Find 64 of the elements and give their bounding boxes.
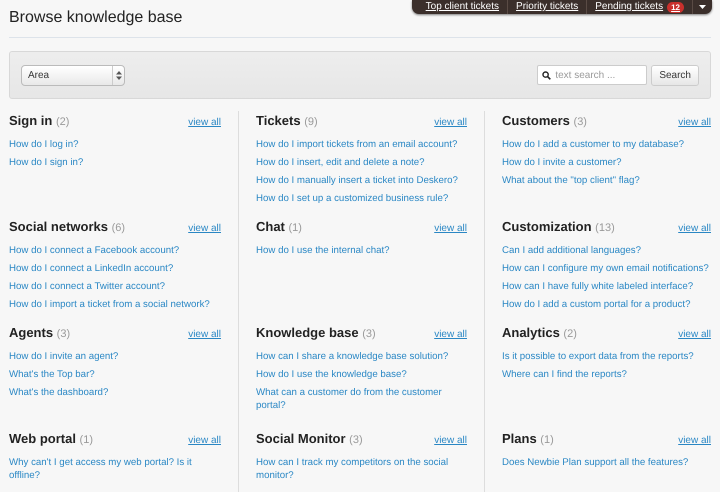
view-all-link[interactable]: view all — [188, 327, 221, 342]
article-link[interactable]: How do I connect a LinkedIn account? — [9, 262, 221, 274]
section-title: Social networks (6) — [9, 218, 126, 236]
view-all-link[interactable]: view all — [678, 115, 711, 130]
article-link[interactable]: How can I share a knowledge base solution? — [256, 350, 467, 362]
select-arrows-icon — [116, 70, 122, 80]
top-bar-link[interactable]: Top client tickets — [418, 0, 508, 14]
view-all-link[interactable]: view all — [434, 221, 467, 236]
caret-icon[interactable] — [699, 5, 706, 9]
view-all-link[interactable]: view all — [678, 433, 711, 448]
article-link[interactable]: How do I connect a Twitter account? — [9, 280, 221, 292]
view-all-link[interactable]: view all — [188, 433, 221, 448]
search-field[interactable]: text search ... — [537, 65, 648, 85]
section-title: Agents (3) — [9, 324, 70, 342]
count-badge: 12 — [667, 2, 684, 12]
search-button[interactable]: Search — [651, 64, 699, 86]
article-link[interactable]: How do I invite an agent? — [9, 350, 221, 362]
article-link[interactable]: What's the Top bar? — [9, 368, 221, 380]
article-link[interactable]: Why can't I get access my web portal? Is it offline? — [9, 456, 221, 482]
article-link[interactable]: What about the "top client" flag? — [502, 174, 711, 186]
view-all-link[interactable]: view all — [678, 221, 711, 236]
article-link[interactable]: How do I add a custom portal for a product? — [502, 298, 711, 310]
section-title: Social Monitor (3) — [256, 430, 363, 448]
article-link[interactable]: How do I manually insert a ticket into Deskero? — [256, 174, 467, 186]
article-link[interactable]: How can I track my competitors on the social monitor? — [256, 456, 467, 482]
article-link[interactable]: How do I import tickets from an email account? — [256, 138, 467, 150]
area-select[interactable]: Area — [21, 64, 125, 86]
article-link[interactable]: How do I set up a customized business rule? — [256, 192, 467, 204]
section-title: Customization (13) — [502, 218, 615, 236]
article-link[interactable]: Does Newbie Plan support all the features? — [502, 456, 711, 468]
search-icon — [542, 71, 552, 80]
article-link[interactable]: How do I log in? — [9, 138, 221, 150]
article-link[interactable]: How do I invite a customer? — [502, 156, 711, 168]
article-link[interactable]: Can I add additional languages? — [502, 244, 711, 256]
article-link[interactable]: How do I use the internal chat? — [256, 244, 467, 256]
article-link[interactable]: Where can I find the reports? — [502, 368, 711, 380]
article-link[interactable]: How can I have fully white labeled interface? — [502, 280, 711, 292]
view-all-link[interactable]: view all — [434, 433, 467, 448]
article-link[interactable]: How do I sign in? — [9, 156, 221, 168]
page-title: Browse knowledge base — [9, 8, 184, 28]
article-link[interactable]: Is it possible to export data from the reports? — [502, 350, 711, 362]
view-all-link[interactable]: view all — [434, 327, 467, 342]
view-all-link[interactable]: view all — [434, 115, 467, 130]
article-link[interactable]: What can a customer do from the customer portal? — [256, 386, 467, 412]
section-title: Tickets (9) — [256, 112, 318, 130]
view-all-link[interactable]: view all — [188, 221, 221, 236]
section-title: Knowledge base (3) — [256, 324, 376, 342]
section-title: Analytics (2) — [502, 324, 577, 342]
article-link[interactable]: How do I add a customer to my database? — [502, 138, 711, 150]
article-link[interactable]: What's the dashboard? — [9, 386, 221, 398]
view-all-link[interactable]: view all — [188, 115, 221, 130]
section-title: Plans (1) — [502, 430, 554, 448]
article-link[interactable]: How do I use the knowledge base? — [256, 368, 467, 380]
top-bar-link[interactable]: Pending tickets 12 — [587, 0, 693, 14]
section-title: Web portal (1) — [9, 430, 93, 448]
section-title: Customers (3) — [502, 112, 587, 130]
view-all-link[interactable]: view all — [678, 327, 711, 342]
section-title: Sign in (2) — [9, 112, 70, 130]
article-link[interactable]: How do I insert, edit and delete a note? — [256, 156, 467, 168]
article-link[interactable]: How can I configure my own email notifications? — [502, 262, 711, 274]
top-bar-link[interactable]: Priority tickets — [508, 0, 588, 14]
article-link[interactable]: How do I connect a Facebook account? — [9, 244, 221, 256]
article-link[interactable]: How do I import a ticket from a social network? — [9, 298, 221, 310]
section-title: Chat (1) — [256, 218, 302, 236]
